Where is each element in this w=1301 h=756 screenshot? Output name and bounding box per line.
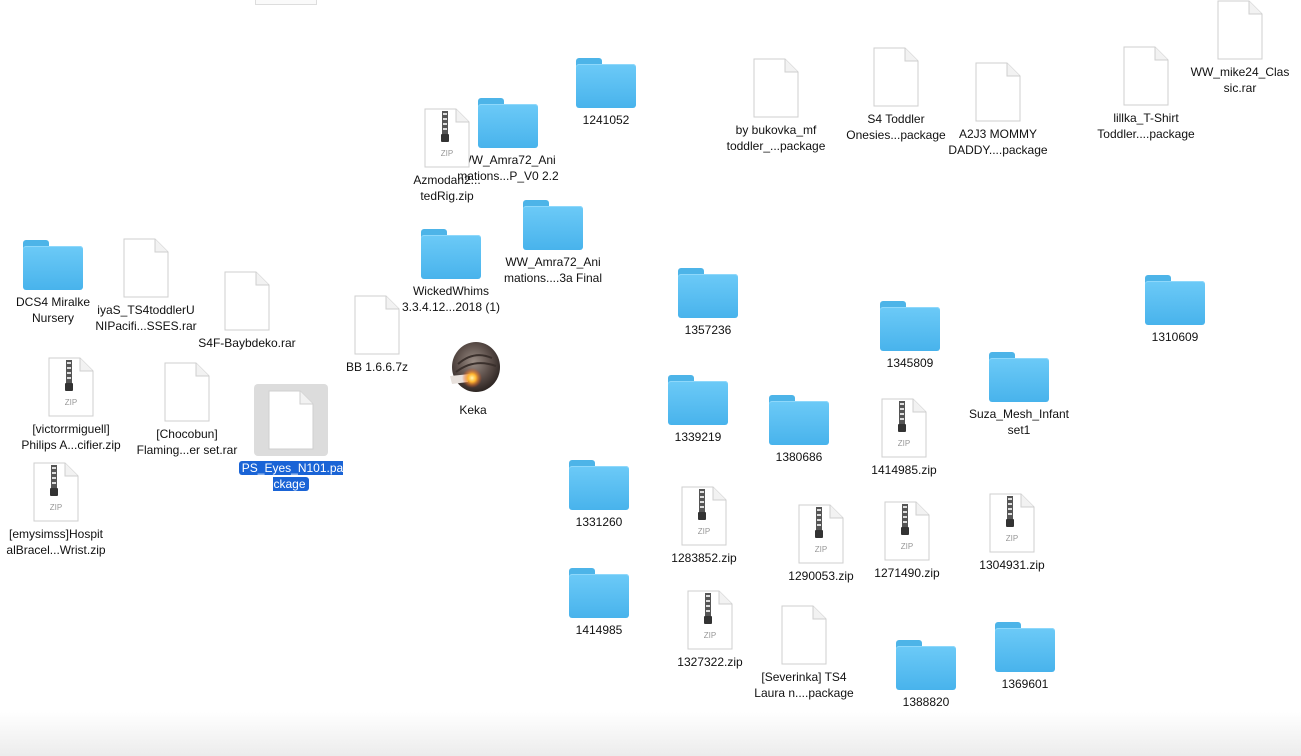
folder-icon [523,200,583,250]
document-icon [123,238,169,298]
file-s4f-baybdeko-rar[interactable]: S4F-Baybdeko.rar [182,271,312,351]
partial-file-icon[interactable] [255,0,317,5]
document-icon [354,295,400,355]
folder-icon [576,58,636,108]
file-1304931-zip[interactable]: ZIP 1304931.zip [947,493,1077,573]
zip-icon: ZIP [989,493,1035,553]
folder-icon [421,229,481,279]
file-label: [victorrmiguell] Philips A...cifier.zip [21,422,121,452]
folder-icon [880,301,940,351]
file-label: A2J3 MOMMY DADDY....package [948,127,1048,157]
folder-icon [896,640,956,690]
file-label: 1357236 [684,323,732,337]
file-ps-eyes-package-selected[interactable]: PS_Eyes_N101.pa ckage [226,384,356,492]
document-icon [753,58,799,118]
file-label: 1369601 [1001,677,1049,691]
folder-icon [678,268,738,318]
file-bukovka-toddler-package[interactable]: by bukovka_mf toddler_...package [711,58,841,154]
zip-badge: ZIP [65,398,77,407]
zip-icon: ZIP [687,590,733,650]
document-icon [873,47,919,107]
file-label: by bukovka_mf toddler_...package [726,123,826,153]
document-icon [164,362,210,422]
file-label: S4F-Baybdeko.rar [198,336,296,350]
zip-icon: ZIP [48,357,94,417]
file-label: [Severinka] TS4 Laura n....package [754,670,854,700]
zip-icon: ZIP [884,501,930,561]
folder-icon [769,395,829,445]
folder-1369601[interactable]: 1369601 [960,622,1090,692]
file-label: Keka [459,403,487,417]
file-label: 1388820 [902,695,950,709]
zip-icon: ZIP [33,462,79,522]
zip-icon: ZIP [681,486,727,546]
document-icon [1217,0,1263,60]
file-a2j3-mommy-daddy[interactable]: A2J3 MOMMY DADDY....package [933,62,1063,158]
file-label: 1283852.zip [671,551,737,565]
file-label: WW_mike24_Clas sic.rar [1190,65,1290,95]
file-1414985-zip[interactable]: ZIP 1414985.zip [839,398,969,478]
zip-badge: ZIP [441,149,453,158]
folder-1310609[interactable]: 1310609 [1110,275,1240,345]
keka-app-icon [444,340,502,398]
file-label: [emysimss]Hospit alBracel...Wrist.zip [6,527,106,557]
folder-icon [1145,275,1205,325]
zip-badge: ZIP [1006,534,1018,543]
bottom-edge [0,712,1301,756]
zip-badge: ZIP [898,439,910,448]
file-label: 1310609 [1151,330,1199,344]
file-azmodan-zip[interactable]: ZIP Azmodan2... tedRig.zip [382,108,512,204]
folder-suza-mesh-infant[interactable]: Suza_Mesh_Infant set1 [954,352,1084,438]
zip-icon: ZIP [881,398,927,458]
file-label: 1414985.zip [871,463,937,477]
file-label: 1327322.zip [677,655,743,669]
zip-badge: ZIP [698,527,710,536]
zip-icon: ZIP [798,504,844,564]
file-label: lillka_T-Shirt Toddler....package [1097,111,1195,141]
file-label: Suza_Mesh_Infant set1 [968,407,1070,437]
document-icon [975,62,1021,122]
file-label: Azmodan2... tedRig.zip [413,173,481,203]
document-icon [224,271,270,331]
file-1283852-zip[interactable]: ZIP 1283852.zip [639,486,769,566]
zip-badge: ZIP [50,503,62,512]
zip-badge: ZIP [901,542,913,551]
file-victorrmiguell-zip[interactable]: ZIP [victorrmiguell] Philips A...cifier.… [6,357,136,453]
folder-icon [668,375,728,425]
file-emysimss-zip[interactable]: ZIP [emysimss]Hospit alBracel...Wrist.zi… [0,462,121,558]
file-label: 1304931.zip [979,558,1045,572]
zip-badge: ZIP [815,545,827,554]
folder-icon [569,460,629,510]
file-1327322-zip[interactable]: ZIP 1327322.zip [645,590,775,670]
folder-1357236[interactable]: 1357236 [643,268,773,338]
folder-icon [995,622,1055,672]
file-ww-mike24-classic-rar[interactable]: WW_mike24_Clas sic.rar [1175,0,1301,96]
folder-icon [569,568,629,618]
desktop[interactable]: 1241052 WW_Amra72_Ani mations...P_V0 2.2… [0,0,1301,756]
folder-icon [989,352,1049,402]
folder-icon [23,240,83,290]
app-keka[interactable]: Keka [408,340,538,418]
zip-icon: ZIP [424,108,470,168]
selected-label-text: PS_Eyes_N101.pa ckage [238,461,344,491]
document-icon [1123,46,1169,106]
document-icon [254,384,328,456]
document-icon [781,605,827,665]
zip-badge: ZIP [704,631,716,640]
file-label-selected: PS_Eyes_N101.pa ckage [226,460,356,492]
